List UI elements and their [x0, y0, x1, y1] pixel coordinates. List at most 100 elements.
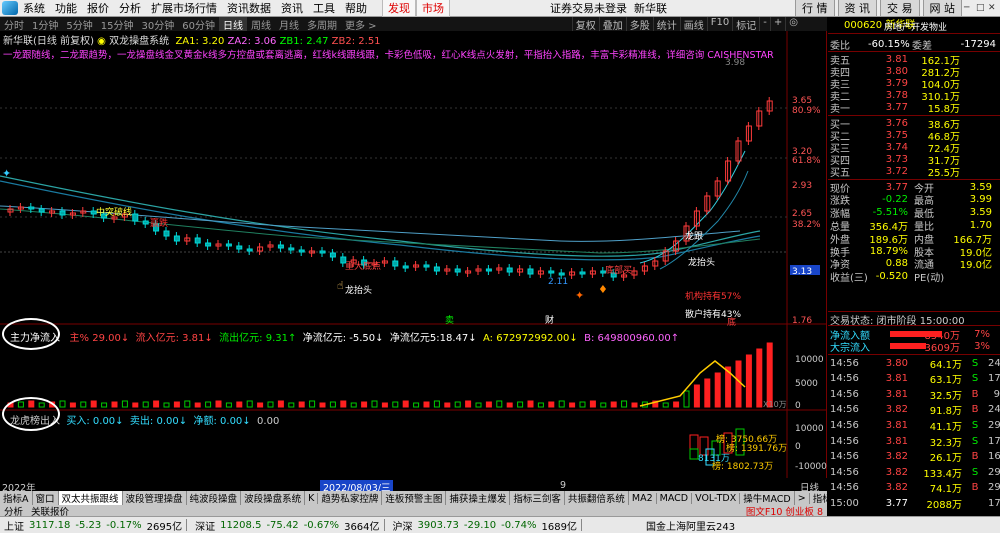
candle [527, 268, 534, 275]
tick-cell: 14:56 [830, 388, 859, 400]
tab-macd[interactable]: MACD [657, 492, 693, 504]
btn-site[interactable]: 网 站 [922, 0, 962, 17]
bid-row: 买五 3.72 25.5万 [828, 165, 1000, 179]
tick-row: 14:56 3.82 26.1万 B 16 [828, 451, 1000, 464]
bid-row-cell: 3.74 [885, 141, 908, 153]
tool-f10[interactable]: F10 [706, 16, 732, 32]
period-15min[interactable]: 15分钟 [97, 17, 138, 32]
tool-target[interactable]: ◎ [785, 16, 801, 32]
annot-4: 龙抬头 [345, 284, 372, 296]
btn-news[interactable]: 资 讯 [837, 0, 877, 17]
tab-more[interactable]: > [795, 492, 810, 504]
flow-bar [610, 401, 617, 408]
tab-ma2[interactable]: MA2 [629, 492, 657, 504]
candle [485, 268, 492, 272]
period-60min[interactable]: 60分钟 [178, 17, 219, 32]
tick-cell: 3.81 [885, 419, 908, 431]
tool-fuquan[interactable]: 复权 [571, 16, 599, 32]
flow-bar [766, 342, 773, 408]
tick-cell: 3.81 [885, 388, 908, 400]
tool-zoom-out[interactable]: - [759, 16, 770, 32]
menu-ext-market[interactable]: 扩展市场行情 [146, 0, 222, 16]
maximize-icon[interactable]: □ [976, 3, 986, 13]
period-month[interactable]: 月线 [275, 17, 303, 32]
idx-hs-label[interactable]: 沪深 [393, 518, 413, 533]
tool-stats[interactable]: 统计 [652, 16, 680, 32]
period-week[interactable]: 周线 [247, 17, 275, 32]
tick-cell: B [971, 388, 979, 400]
tab-vol[interactable]: VOL-TDX [692, 492, 741, 504]
tool-overlay[interactable]: 叠加 [598, 16, 626, 32]
candle [579, 271, 586, 275]
industry: 房地产开发物业 [884, 23, 948, 33]
tick-cell: 3.81 [885, 435, 908, 447]
tab-three[interactable]: 指标三剑客 [510, 491, 565, 505]
menu-info-data[interactable]: 资讯数据 [222, 0, 276, 16]
price-axis: 3.65 80.9% 3.20 61.8% 2.93 2.65 38.2% 1.… [792, 96, 821, 326]
idx-hs-pct: -0.74% [501, 519, 537, 531]
flow-bar [569, 402, 576, 408]
btn-trade[interactable]: 交 易 [880, 0, 920, 17]
axis-label: 2.93 [792, 181, 812, 191]
axis-label: 0 [795, 401, 801, 411]
flow-bar [465, 400, 472, 408]
flow-bar [444, 402, 451, 408]
menu-discover[interactable]: 发现 [382, 0, 416, 17]
chart-area[interactable]: 新华联(日线 前复权) ◉ 双龙操盘系统 ZA1: 3.20 ZA2: 3.06… [0, 31, 827, 494]
tool-mark[interactable]: 标记 [732, 16, 759, 32]
flow-bar [236, 401, 243, 408]
flow-bar [454, 401, 461, 408]
idx-sz-label[interactable]: 深证 [195, 518, 215, 533]
btn-quote[interactable]: 行 情 [795, 0, 835, 17]
tool-zoom-in[interactable]: + [769, 16, 785, 32]
tool-multi[interactable]: 多股 [625, 16, 653, 32]
menu-quote[interactable]: 报价 [82, 0, 114, 16]
hand-icon: ☝ [337, 279, 344, 292]
menu-info[interactable]: 资讯 [276, 0, 308, 16]
minimize-icon[interactable]: ─ [964, 3, 974, 13]
period-more[interactable]: 更多 > [341, 17, 381, 32]
idx-hs-amt: 1689亿 [541, 521, 577, 533]
menu-analysis[interactable]: 分析 [114, 0, 146, 16]
tab-k[interactable]: K [305, 492, 319, 504]
candle [288, 247, 295, 251]
tab-capture[interactable]: 捕获操主爆发 [446, 491, 511, 505]
menu-tools[interactable]: 工具 [308, 0, 340, 16]
menu-help[interactable]: 帮助 [340, 0, 372, 16]
tick-cell: 14:56 [830, 373, 859, 385]
idx-sh-label[interactable]: 上证 [4, 518, 24, 533]
server-name[interactable]: 国金上海阿里云243 [646, 518, 735, 533]
menu-market[interactable]: 市场 [416, 0, 450, 17]
tab-band-mgmt[interactable]: 波段管理操盘 [123, 491, 187, 505]
idx-sh-chg: -5.23 [75, 519, 102, 531]
flow-bar [621, 400, 628, 408]
close-icon[interactable]: ✕ [988, 3, 998, 13]
highlight-circle-1 [2, 318, 60, 350]
tick-cell: B [971, 404, 979, 416]
stock-code: 000620 [844, 20, 883, 31]
period-1min[interactable]: 1分钟 [28, 17, 62, 32]
flow-bar [59, 400, 66, 408]
flow-bar [662, 402, 669, 408]
period-day[interactable]: 日线 [218, 16, 247, 32]
period-fenshi[interactable]: 分时 [0, 17, 28, 32]
menu-function[interactable]: 功能 [50, 0, 82, 16]
period-5min[interactable]: 5分钟 [62, 17, 96, 32]
tool-draw[interactable]: 画线 [679, 16, 707, 32]
stat-row: 收益(三) -0.520 PE(动) [828, 271, 1000, 284]
flow-bar [142, 401, 149, 408]
period-30min[interactable]: 30分钟 [137, 17, 178, 32]
tab-limit-warn[interactable]: 连板预警主图 [382, 491, 447, 505]
ask-row-cell: 3.78 [885, 89, 908, 101]
tab-trend[interactable]: 趋势私家控牌 [318, 491, 383, 505]
axis-label: 0 [795, 442, 801, 452]
period-multi[interactable]: 多周期 [303, 17, 341, 32]
annot-8: 底部买 [605, 264, 632, 276]
tab-band-system[interactable]: 波段操盘系统 [241, 491, 306, 505]
idx-sz-chg: -75.42 [266, 519, 299, 531]
tab-resonance[interactable]: 共振翻倍系统 [565, 491, 629, 505]
stat-row: 外盘 189.6万 内盘 166.7万 [828, 232, 1000, 246]
flow-bar [246, 400, 253, 408]
menu-system[interactable]: 系统 [18, 0, 50, 16]
tab-pure-band[interactable]: 纯波段操盘 [187, 491, 242, 505]
